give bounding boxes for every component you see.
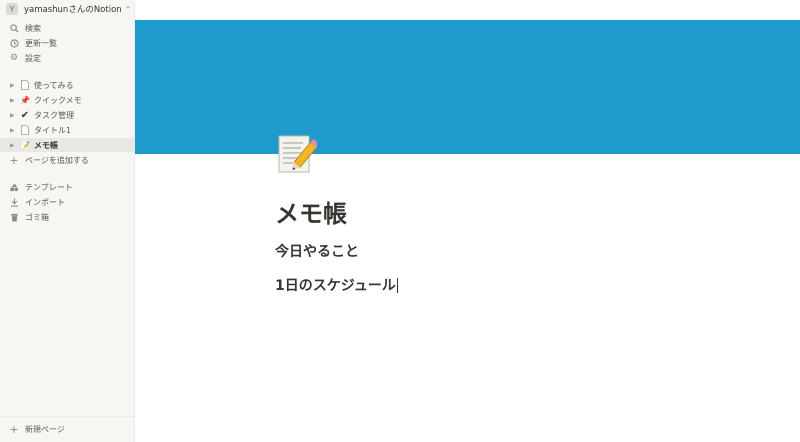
sidebar-page-3[interactable]: ▶ ✔ タスク管理 [0,108,134,122]
expand-triangle-icon[interactable]: ▶ [10,82,16,89]
sidebar-item-label: 設定 [25,53,41,63]
sidebar: Y yamashunさんのNotion ⌃ 検索 更新一覧 ⚙ 設定 ▶ 使って… [0,0,135,442]
page-icon [20,80,30,90]
plus-icon: + [9,153,19,167]
sidebar-item-import[interactable]: インポート [0,195,134,209]
workspace-switcher[interactable]: Y yamashunさんのNotion ⌃ [6,2,131,16]
add-page-label: ページを追加する [25,155,89,165]
expand-triangle-icon[interactable]: ▶ [10,112,16,119]
sidebar-page-1[interactable]: ▶ 使ってみる [0,78,134,92]
workspace-name: yamashunさんのNotion [24,5,122,15]
clock-icon [8,38,20,48]
trash-icon [8,213,20,222]
sidebar-page-label: メモ帳 [34,140,58,150]
memo-icon: 📝 [20,140,30,150]
checkmark-icon: ✔ [20,109,30,121]
page-title[interactable]: メモ帳 [275,194,347,229]
text-cursor [396,278,398,293]
page-icon [20,125,30,135]
add-page-button[interactable]: + ページを追加する [0,153,134,167]
sidebar-item-trash[interactable]: ゴミ箱 [0,210,134,224]
expand-triangle-icon[interactable]: ▶ [10,97,16,104]
sidebar-divider [0,416,134,417]
sidebar-page-label: タイトル1 [34,125,72,135]
expand-triangle-icon[interactable]: ▶ [10,142,16,149]
heading-text: 1日のスケジュール [275,278,396,294]
sidebar-item-label: 更新一覧 [25,38,57,48]
import-icon [8,197,20,207]
new-page-button[interactable]: + 新規ページ [0,422,134,436]
sidebar-page-2[interactable]: ▶ 📌 クイックメモ [0,93,134,107]
sidebar-item-updates[interactable]: 更新一覧 [0,36,134,50]
sidebar-page-label: クイックメモ [34,95,82,105]
sidebar-page-4[interactable]: ▶ タイトル1 [0,123,134,137]
pushpin-icon: 📌 [20,95,30,105]
sidebar-item-label: 検索 [25,23,41,33]
sidebar-page-label: 使ってみる [34,80,74,90]
heading-block[interactable]: 今日やること [275,241,359,261]
page-cover[interactable] [135,20,800,154]
search-icon [8,23,20,33]
memo-icon[interactable] [277,132,320,176]
sidebar-item-label: テンプレート [25,182,73,192]
sidebar-item-settings[interactable]: ⚙ 設定 [0,51,134,65]
sidebar-item-templates[interactable]: テンプレート [0,180,134,194]
new-page-label: 新規ページ [25,424,65,434]
sidebar-item-label: ゴミ箱 [25,212,49,222]
sidebar-page-label: タスク管理 [34,110,74,120]
heading-block-editing[interactable]: 1日のスケジュール [275,275,398,295]
template-icon [8,182,20,192]
sidebar-item-search[interactable]: 検索 [0,21,134,35]
gear-icon: ⚙ [9,53,19,63]
sidebar-item-label: インポート [25,197,65,207]
expand-triangle-icon[interactable]: ▶ [10,127,16,134]
sidebar-page-5[interactable]: ▶ 📝 メモ帳 [0,138,134,152]
plus-icon: + [9,422,19,436]
chevron-up-down-icon: ⌃ [124,4,132,14]
workspace-avatar: Y [6,3,18,15]
